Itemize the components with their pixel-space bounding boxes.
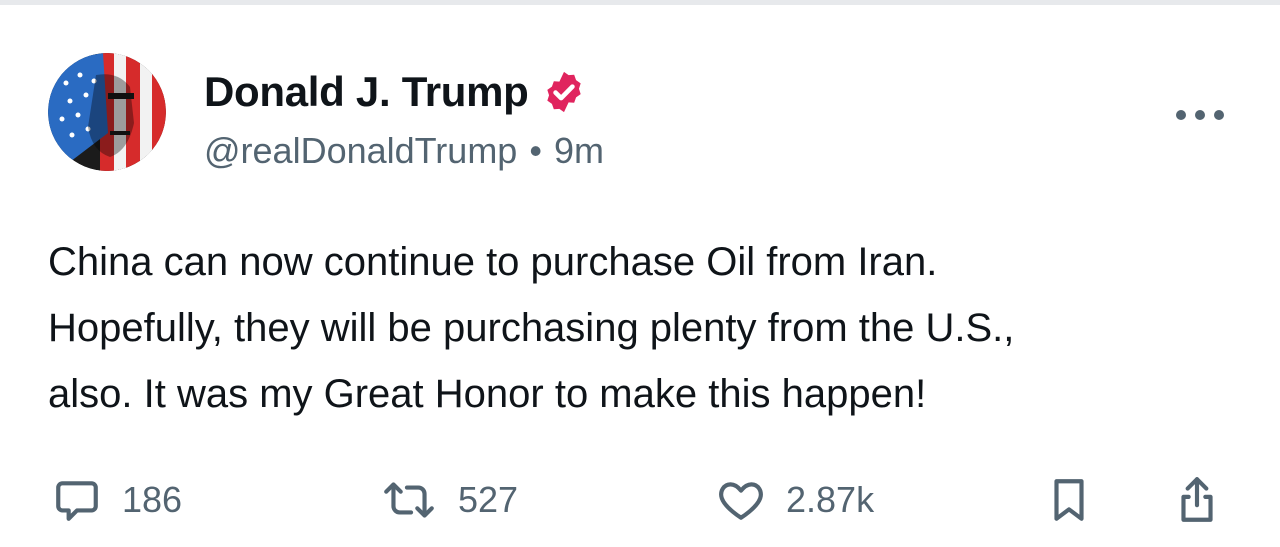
post-text-line: also. It was my Great Honor to make this… — [48, 372, 927, 416]
author-handle[interactable]: @realDonaldTrump — [204, 130, 517, 172]
repost-count: 527 — [458, 479, 519, 520]
verified-badge-icon[interactable] — [541, 69, 587, 115]
author-meta-row: @realDonaldTrump • 9m — [204, 128, 604, 174]
author-name-row: Donald J. Trump — [204, 66, 587, 118]
author-display-name[interactable]: Donald J. Trump — [204, 68, 529, 116]
like-count: 2.87k — [786, 479, 875, 520]
share-button[interactable] — [1172, 472, 1222, 528]
more-dots-icon — [1176, 110, 1224, 120]
meta-separator: • — [529, 130, 542, 171]
reply-bubble-icon — [56, 481, 98, 521]
heart-icon — [719, 482, 763, 520]
bookmark-icon — [1054, 479, 1084, 521]
share-icon — [1181, 477, 1213, 522]
repost-button[interactable]: 527 — [380, 472, 518, 528]
reply-button[interactable]: 186 — [52, 472, 182, 528]
action-bar: 186 527 2.87k — [0, 472, 1280, 528]
post-text-line: Hopefully, they will be purchasing plent… — [48, 306, 1015, 350]
repost-arrows-icon — [384, 482, 434, 518]
more-options-button[interactable] — [1170, 98, 1230, 132]
bookmark-button[interactable] — [1046, 472, 1092, 528]
post-timestamp[interactable]: 9m — [554, 130, 604, 172]
like-button[interactable]: 2.87k — [716, 472, 874, 528]
avatar[interactable] — [48, 53, 166, 171]
reply-count: 186 — [122, 479, 183, 520]
post-text-line: China can now continue to purchase Oil f… — [48, 240, 938, 284]
flag-portrait-avatar-icon — [48, 53, 166, 171]
top-divider — [0, 0, 1280, 5]
post-text: China can now continue to purchase Oil f… — [48, 229, 1238, 427]
